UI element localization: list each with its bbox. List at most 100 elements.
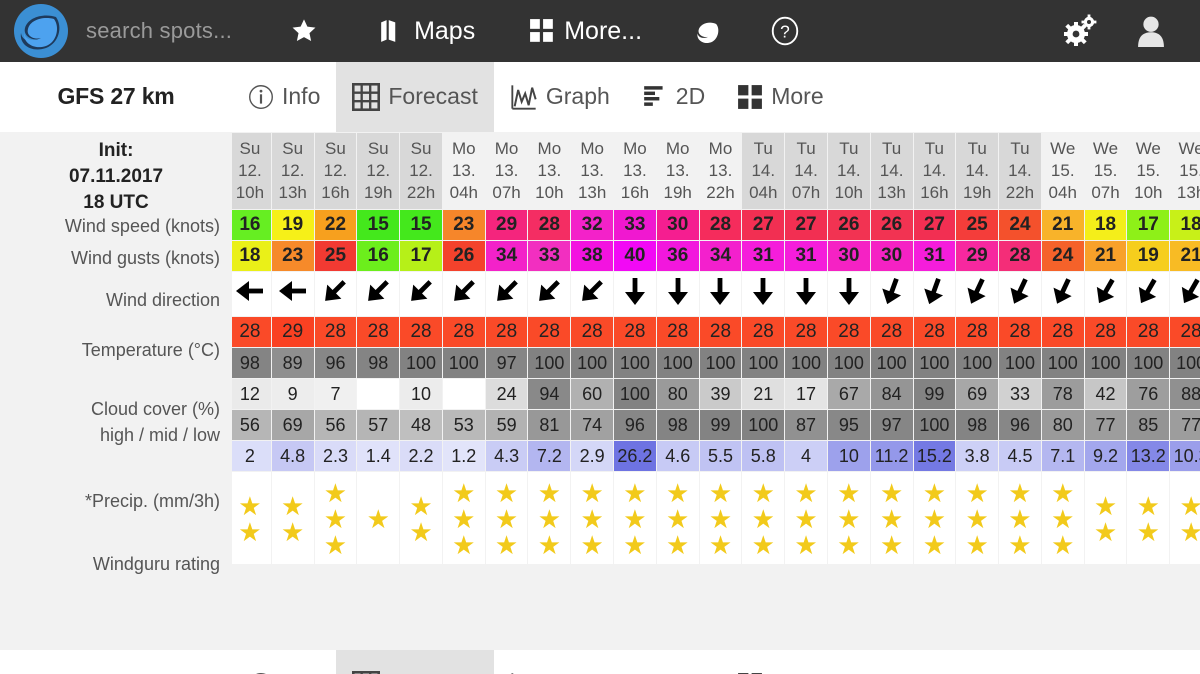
forecast-column-header: Su 12. 10h xyxy=(232,133,271,209)
cloud-low-cell: 80 xyxy=(1041,410,1084,440)
col-hour: 07h xyxy=(791,183,821,202)
star-icon: ★ xyxy=(708,504,733,534)
star-icon: ★ xyxy=(537,530,562,560)
cloud-low-cell: 57 xyxy=(357,410,400,440)
wind-gusts-cell: 21 xyxy=(1084,241,1127,271)
star-icon: ★ xyxy=(537,504,562,534)
col-day: Mo xyxy=(537,139,562,158)
cloud-mid-cell: 69 xyxy=(956,379,999,409)
help-button[interactable]: ? xyxy=(763,0,816,62)
temperature-cell: 28 xyxy=(1127,317,1170,347)
tab-forecast[interactable]: Forecast xyxy=(336,61,494,132)
col-day: Su xyxy=(282,139,304,158)
forecast-row-labels: Init: 07.11.2017 18 UTC Wind speed (knot… xyxy=(0,132,232,632)
cloud-low-cell: 56 xyxy=(232,410,271,440)
tab-graph[interactable]: Graph xyxy=(494,62,626,132)
wind-speed-cell: 32 xyxy=(571,210,614,240)
precip-cell: 4 xyxy=(785,441,827,471)
forecast-column-header: Tu 14. 22h xyxy=(999,133,1041,209)
star-icon: ★ xyxy=(1136,491,1160,521)
tab2-graph[interactable]: Graph xyxy=(494,650,626,674)
wind-direction-cell xyxy=(571,272,614,316)
wind-gusts-cell: 34 xyxy=(485,241,528,271)
forecast-column-header: Mo 13. 13h xyxy=(571,133,614,209)
maps-button[interactable]: Maps xyxy=(373,0,481,62)
rating-cell: ★ ★ ★ xyxy=(314,472,357,564)
wind-gusts-cell: 26 xyxy=(442,241,485,271)
star-icon: ★ xyxy=(494,478,519,508)
star-icon: ★ xyxy=(965,478,989,508)
precip-cell: 5.8 xyxy=(742,441,785,471)
forecast-column-header: Tu 14. 07h xyxy=(785,133,827,209)
cloud-high-cell: 89 xyxy=(271,348,314,378)
col-date: 12. xyxy=(323,161,348,180)
cloud-mid-cell: 42 xyxy=(1084,379,1127,409)
windguru-logo-icon[interactable] xyxy=(10,3,72,59)
wind-arrow-icon xyxy=(622,276,648,306)
wind-direction-cell xyxy=(614,272,656,316)
favorites-button[interactable] xyxy=(284,0,333,62)
forecast-column-header: Mo 13. 19h xyxy=(656,133,699,209)
tab2-2d[interactable]: 2D xyxy=(626,650,721,674)
rating-cell: ★ ★ xyxy=(400,472,442,564)
star-icon xyxy=(290,17,318,45)
temperature-cell: 28 xyxy=(485,317,528,347)
cloud-mid-cell: 60 xyxy=(571,379,614,409)
star-icon: ★ xyxy=(1136,517,1160,547)
label-cloud-cover-line1: Cloud cover (%) xyxy=(90,399,220,419)
col-date: 14. xyxy=(794,161,818,180)
tab-2d[interactable]: 2D xyxy=(626,62,721,132)
forecast-grid[interactable]: Su 12. 10h Su 12. 13h Su 12. 16h Su 12. 19h Su 12. 22h… xyxy=(232,132,1200,632)
cloud-mid-cell: 17 xyxy=(785,379,827,409)
cloud-low-cell: 98 xyxy=(956,410,999,440)
model-name-gfs: GFS 27 km xyxy=(57,83,175,109)
settings-button[interactable] xyxy=(1056,0,1104,62)
col-hour: 16h xyxy=(321,183,350,202)
precip-cell: 5.5 xyxy=(699,441,742,471)
star-icon: ★ xyxy=(1093,491,1118,521)
cloud-mid-cell xyxy=(357,379,400,409)
tab-info[interactable]: Info xyxy=(232,62,336,132)
more-button[interactable]: More... xyxy=(523,0,648,62)
forecast-column-header: Tu 14. 13h xyxy=(870,133,913,209)
precip-cell: 13.2 xyxy=(1127,441,1170,471)
forecast-column-header: Tu 14. 10h xyxy=(827,133,870,209)
table-grid-icon xyxy=(352,82,381,111)
star-icon: ★ xyxy=(409,517,433,547)
cloud-mid-cell: 24 xyxy=(485,379,528,409)
star-icon: ★ xyxy=(794,478,818,508)
wind-direction-cell xyxy=(314,272,357,316)
search-input[interactable]: search spots... xyxy=(86,18,232,44)
cloud-mid-cell: 99 xyxy=(913,379,956,409)
wind-speed-cell: 15 xyxy=(357,210,400,240)
gears-icon xyxy=(1062,14,1098,48)
wind-speed-cell: 18 xyxy=(1084,210,1127,240)
cloud-high-cell: 100 xyxy=(614,348,656,378)
wind-speed-cell: 18 xyxy=(1170,210,1200,240)
tab2-info[interactable]: Info xyxy=(232,650,336,674)
wind-direction-cell xyxy=(271,272,314,316)
windguru-mark-button[interactable] xyxy=(688,0,737,62)
temperature-cell: 28 xyxy=(400,317,442,347)
temperature-row: 28 29 28 28 28 28 28 28 28 28 28 28 28 28 28 28 28 28 28 28… xyxy=(232,317,1200,347)
precip-cell: 2.2 xyxy=(400,441,442,471)
wind-gusts-cell: 30 xyxy=(827,241,870,271)
star-icon: ★ xyxy=(1179,517,1200,547)
tab2-more[interactable]: More xyxy=(721,650,839,674)
star-icon: ★ xyxy=(623,530,647,560)
precip-cell: 10.3 xyxy=(1170,441,1200,471)
wind-arrow-icon xyxy=(494,276,520,306)
label-wind-direction: Wind direction xyxy=(105,289,220,310)
tab2-forecast[interactable]: Forecast xyxy=(336,649,494,674)
star-icon: ★ xyxy=(1051,530,1075,560)
rating-cell: ★ ★ ★ xyxy=(827,472,870,564)
wind-direction-cell xyxy=(999,272,1041,316)
cloud-low-cell: 77 xyxy=(1170,410,1200,440)
tab-more[interactable]: More xyxy=(721,62,839,132)
wind-gusts-cell: 25 xyxy=(314,241,357,271)
temperature-cell: 28 xyxy=(571,317,614,347)
user-account-button[interactable] xyxy=(1130,0,1172,62)
cloud-low-cell: 77 xyxy=(1084,410,1127,440)
rating-cell: ★ ★ ★ xyxy=(442,472,485,564)
cloud-mid-cell: 10 xyxy=(400,379,442,409)
